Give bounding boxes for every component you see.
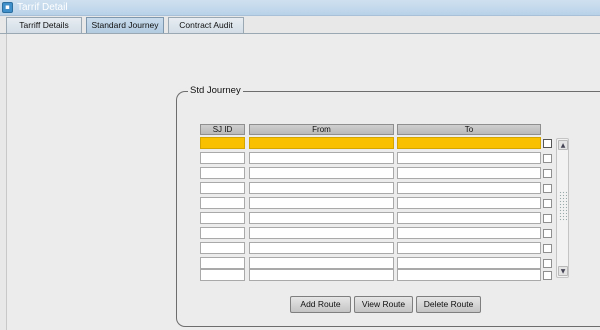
to-cell[interactable]	[397, 152, 541, 164]
title-bar: ▪ Tarrif Detail	[0, 0, 600, 16]
sj-id-cell[interactable]	[200, 152, 245, 164]
row-checkbox[interactable]	[543, 244, 552, 253]
to-cell[interactable]	[397, 227, 541, 239]
tab-bar: Tarriff Details Standard Journey Contrac…	[0, 16, 600, 33]
from-cell[interactable]	[249, 182, 394, 194]
table-row[interactable]	[0, 182, 560, 195]
table-row[interactable]	[0, 152, 560, 165]
arrow-up-icon[interactable]: ▲	[558, 140, 568, 150]
table-row[interactable]	[0, 197, 560, 210]
table-row[interactable]	[0, 212, 560, 225]
scroll-grip[interactable]	[559, 191, 567, 221]
sj-id-cell[interactable]	[200, 197, 245, 209]
row-checkbox[interactable]	[543, 199, 552, 208]
column-header-to: To	[397, 124, 541, 135]
sj-id-cell[interactable]	[200, 182, 245, 194]
to-cell[interactable]	[397, 257, 541, 269]
row-checkbox[interactable]	[543, 139, 552, 148]
to-cell[interactable]	[397, 212, 541, 224]
sj-id-cell[interactable]	[200, 212, 245, 224]
from-cell[interactable]	[249, 167, 394, 179]
sj-id-cell[interactable]	[200, 257, 245, 269]
table-row[interactable]	[0, 269, 560, 282]
to-cell[interactable]	[397, 182, 541, 194]
column-header-from: From	[249, 124, 394, 135]
sj-id-cell[interactable]	[200, 167, 245, 179]
row-checkbox[interactable]	[543, 169, 552, 178]
delete-route-button[interactable]: Delete Route	[416, 296, 481, 313]
view-route-button[interactable]: View Route	[354, 296, 413, 313]
std-journey-title: Std Journey	[188, 85, 243, 96]
to-cell[interactable]	[397, 269, 541, 281]
to-cell[interactable]	[397, 167, 541, 179]
tab-standard-journey[interactable]: Standard Journey	[86, 17, 164, 33]
sj-id-cell[interactable]	[200, 137, 245, 149]
to-cell[interactable]	[397, 197, 541, 209]
tab-tarriff-details[interactable]: Tarriff Details	[6, 17, 82, 33]
row-checkbox[interactable]	[543, 184, 552, 193]
row-checkbox[interactable]	[543, 154, 552, 163]
to-cell[interactable]	[397, 137, 541, 149]
to-cell[interactable]	[397, 242, 541, 254]
table-row[interactable]	[0, 242, 560, 255]
from-cell[interactable]	[249, 152, 394, 164]
from-cell[interactable]	[249, 137, 394, 149]
row-checkbox[interactable]	[543, 271, 552, 280]
from-cell[interactable]	[249, 269, 394, 281]
sj-id-cell[interactable]	[200, 242, 245, 254]
from-cell[interactable]	[249, 227, 394, 239]
add-route-button[interactable]: Add Route	[290, 296, 351, 313]
column-header-sj-id: SJ ID	[200, 124, 245, 135]
table-row[interactable]	[0, 227, 560, 240]
from-cell[interactable]	[249, 212, 394, 224]
table-row[interactable]	[0, 137, 560, 150]
arrow-down-icon[interactable]: ▼	[558, 266, 568, 276]
sj-id-cell[interactable]	[200, 227, 245, 239]
window-title: Tarrif Detail	[17, 2, 68, 13]
row-checkbox[interactable]	[543, 229, 552, 238]
sj-id-cell[interactable]	[200, 269, 245, 281]
row-checkbox[interactable]	[543, 214, 552, 223]
from-cell[interactable]	[249, 242, 394, 254]
table-row[interactable]	[0, 167, 560, 180]
tab-contract-audit[interactable]: Contract Audit	[168, 17, 244, 33]
table-scrollbar[interactable]: ▲ ▼	[556, 138, 569, 278]
from-cell[interactable]	[249, 197, 394, 209]
row-checkbox[interactable]	[543, 259, 552, 268]
form-icon: ▪	[2, 2, 13, 13]
from-cell[interactable]	[249, 257, 394, 269]
